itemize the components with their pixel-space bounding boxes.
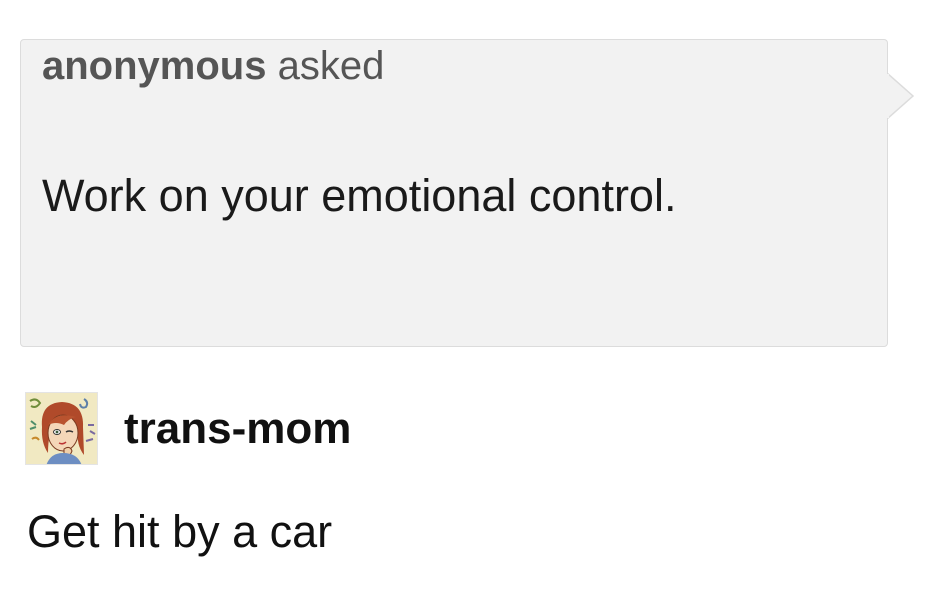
ask-verb: asked <box>277 44 385 88</box>
ask-pointer <box>887 73 915 119</box>
asker-name[interactable]: anonymous <box>42 44 266 88</box>
avatar[interactable] <box>25 392 98 465</box>
ask-header: anonymous asked <box>42 42 384 90</box>
username[interactable]: trans-mom <box>124 403 351 455</box>
user-avatar-illustration-icon <box>26 393 97 464</box>
ask-question: Work on your emotional control. <box>42 170 677 221</box>
reply-text: Get hit by a car <box>27 506 333 557</box>
tumblr-ask-post: anonymous asked Work on your emotional c… <box>0 0 928 589</box>
